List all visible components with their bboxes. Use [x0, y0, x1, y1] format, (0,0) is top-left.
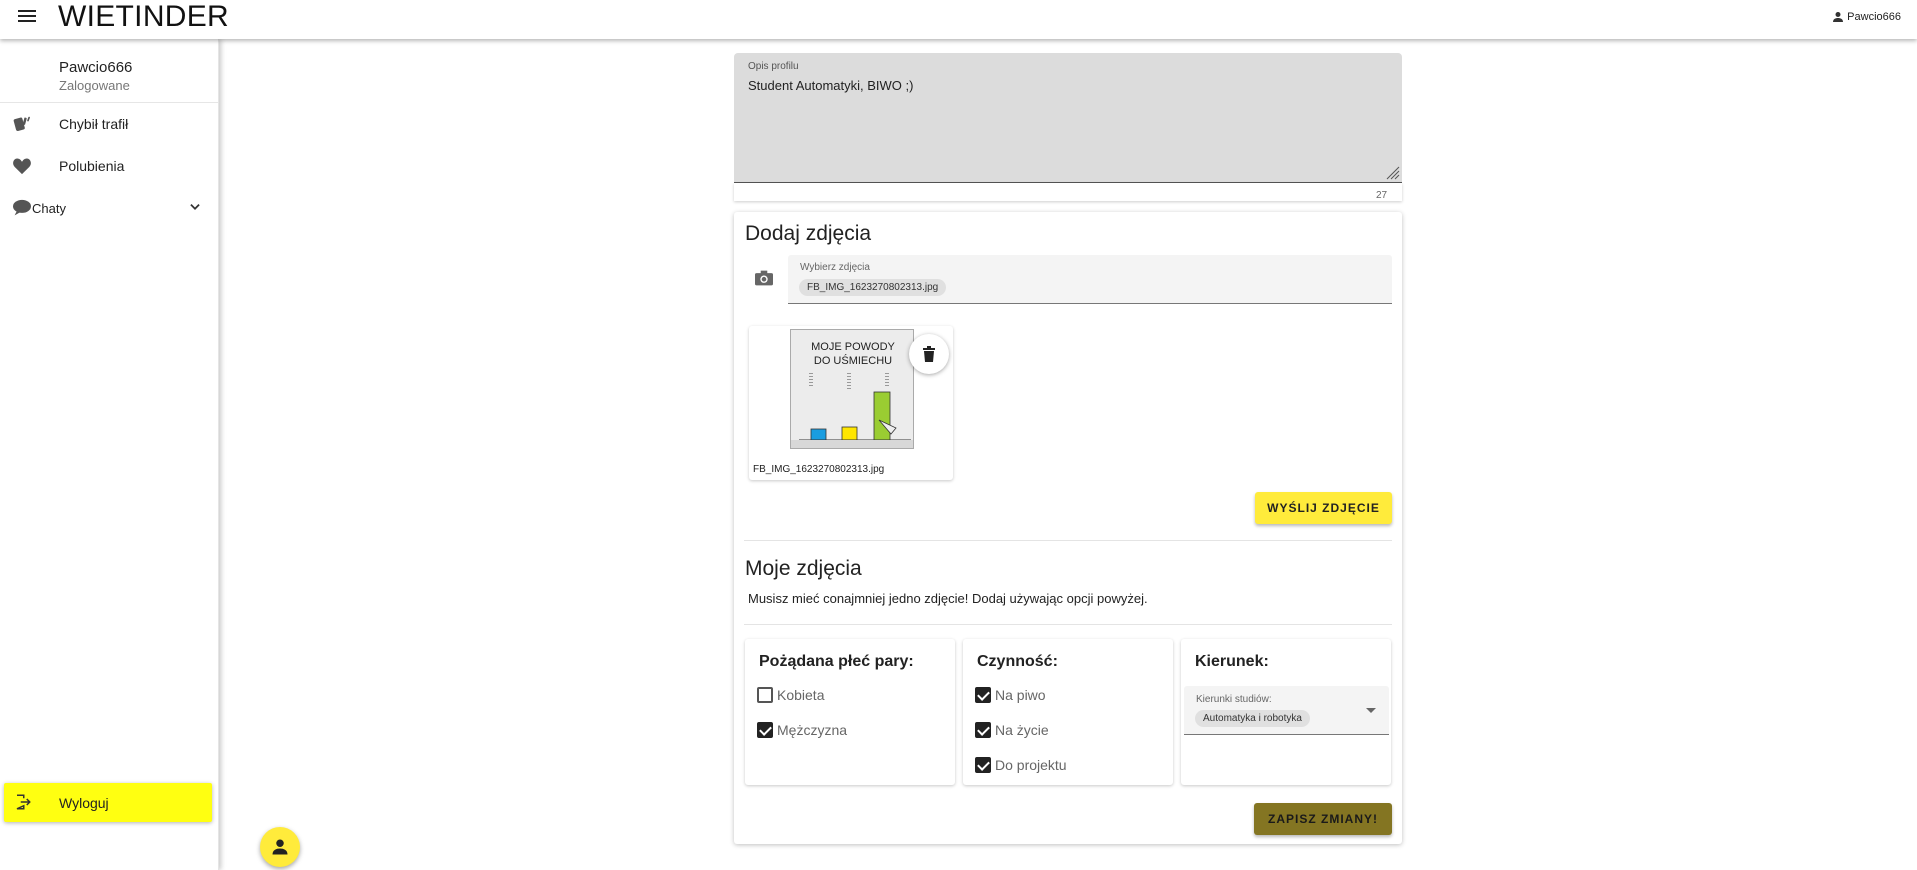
sidebar-item-label: Chaty: [32, 200, 66, 216]
gender-filter-title: Pożądana płeć pary:: [759, 653, 914, 670]
my-photos-hint: Musisz mieć conajmniej jedno zdjęcie! Do…: [748, 591, 1148, 606]
selected-file-chip: FB_IMG_1623270802313.jpg: [799, 279, 947, 296]
checkbox-box[interactable]: [757, 722, 773, 738]
menu-icon[interactable]: [16, 7, 38, 29]
camera-icon[interactable]: [754, 269, 774, 287]
photos-card: Dodaj zdjęcia Wybierz zdjęcia FB_IMG_162…: [734, 212, 1402, 844]
person-icon: [1833, 12, 1844, 22]
meme-title-line2: DO UŚMIECHU: [814, 354, 892, 367]
chat-icon: [13, 199, 31, 216]
user-name: Pawcio666: [59, 59, 133, 76]
account-name: Pawcio666: [1847, 11, 1901, 23]
description-input[interactable]: Student Automatyki, BIWO ;): [748, 78, 1368, 168]
chevron-down-icon[interactable]: [188, 200, 202, 214]
checkbox-label: Na piwo: [995, 687, 1046, 703]
logout-icon: [16, 794, 31, 810]
checkbox-label: Kobieta: [777, 687, 825, 703]
direction-filter-title: Kierunek:: [1195, 653, 1269, 670]
app-title: WIETINDER: [58, 0, 230, 33]
user-status: Zalogowane: [59, 78, 130, 93]
sidebar-item-chats[interactable]: Chaty: [0, 187, 218, 229]
save-changes-button[interactable]: ZAPISZ ZMIANY!: [1254, 803, 1392, 835]
direction-select[interactable]: Kierunki studiów: Automatyka i robotyka: [1184, 686, 1389, 735]
char-counter: 27: [1376, 190, 1388, 201]
cards-icon: [13, 116, 30, 132]
person-icon: [272, 839, 288, 855]
file-picker-label: Wybierz zdjęcia: [800, 262, 870, 273]
send-photo-button[interactable]: WYŚLIJ ZDJĘCIE: [1255, 492, 1392, 524]
profile-description-field[interactable]: Opis profilu Student Automatyki, BIWO ;): [734, 53, 1402, 183]
sidebar-item-likes[interactable]: Polubienia: [0, 145, 218, 187]
checkbox-na-zycie[interactable]: Na życie: [975, 722, 1049, 738]
sidebar: Pawcio666 Zalogowane Chybił trafił Polub…: [0, 39, 219, 870]
checkbox-box[interactable]: [757, 687, 773, 703]
meme-title-line1: MOJE POWODY: [811, 341, 895, 353]
description-footer: [734, 183, 1402, 201]
account-button[interactable]: Pawcio666: [1832, 11, 1901, 23]
preview-file-name: FB_IMG_1623270802313.jpg: [753, 464, 885, 475]
meme-chart-image: MOJE POWODY DO UŚMIECHU: [791, 330, 913, 448]
divider: [744, 624, 1392, 625]
checkbox-label: Na życie: [995, 722, 1049, 738]
checkbox-box[interactable]: [975, 757, 991, 773]
heart-icon: [13, 158, 31, 175]
user-box: Pawcio666 Zalogowane: [0, 39, 218, 103]
logout-label: Wyloguj: [59, 795, 109, 811]
divider: [744, 540, 1392, 541]
activity-filter-card: Czynność: Na piwo Na życie Do projektu: [963, 639, 1173, 785]
sidebar-item-random[interactable]: Chybił trafił: [0, 103, 218, 145]
logout-button[interactable]: Wyloguj: [4, 783, 212, 822]
resize-handle-icon[interactable]: [1384, 164, 1400, 180]
sidebar-item-label: Chybił trafił: [59, 116, 129, 132]
photo-preview-card: MOJE POWODY DO UŚMIECHU FB_IMG_162327080…: [749, 326, 953, 480]
trash-icon: [923, 346, 935, 362]
selected-direction-chip: Automatyka i robotyka: [1195, 710, 1310, 727]
dropdown-arrow-icon[interactable]: [1366, 708, 1376, 713]
checkbox-box[interactable]: [975, 687, 991, 703]
activity-filter-title: Czynność:: [977, 653, 1058, 670]
checkbox-kobieta[interactable]: Kobieta: [757, 687, 824, 703]
checkbox-do-projektu[interactable]: Do projektu: [975, 757, 1067, 773]
photo-thumbnail: MOJE POWODY DO UŚMIECHU: [790, 329, 914, 449]
my-photos-title: Moje zdjęcia: [745, 557, 862, 580]
sidebar-item-label: Polubienia: [59, 158, 125, 174]
photo-file-picker[interactable]: Wybierz zdjęcia FB_IMG_1623270802313.jpg: [788, 255, 1392, 304]
top-app-bar: WIETINDER Pawcio666: [0, 0, 1917, 39]
checkbox-label: Do projektu: [995, 757, 1067, 773]
profile-fab[interactable]: [260, 827, 300, 867]
checkbox-na-piwo[interactable]: Na piwo: [975, 687, 1046, 703]
checkbox-label: Mężczyzna: [777, 722, 848, 738]
select-label: Kierunki studiów:: [1196, 694, 1272, 705]
gender-filter-card: Pożądana płeć pary: Kobieta Mężczyzna: [745, 639, 955, 785]
delete-photo-button[interactable]: [909, 334, 949, 374]
checkbox-box[interactable]: [975, 722, 991, 738]
description-label: Opis profilu: [748, 61, 799, 72]
add-photos-title: Dodaj zdjęcia: [745, 222, 872, 245]
direction-filter-card: Kierunek: Kierunki studiów: Automatyka i…: [1181, 639, 1391, 785]
checkbox-mezczyzna[interactable]: Mężczyzna: [757, 722, 847, 738]
